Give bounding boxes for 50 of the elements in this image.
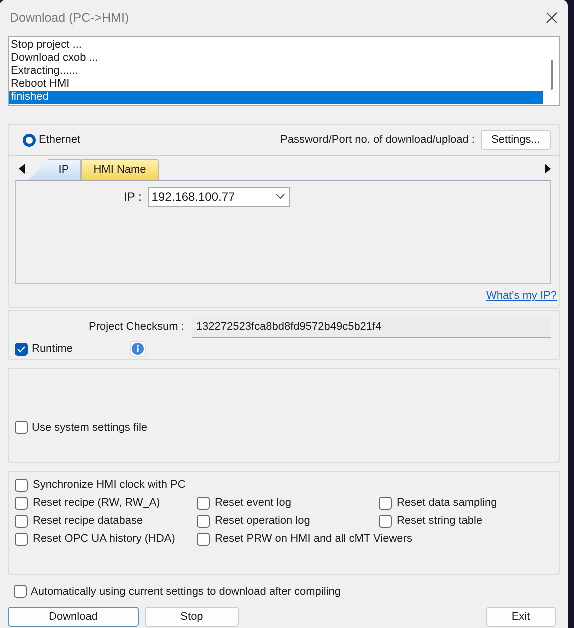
chevron-icon bbox=[276, 194, 285, 200]
log-line[interactable]: Extracting...... bbox=[9, 65, 543, 78]
checkbox-label: Reset recipe (RW, RW_A) bbox=[33, 497, 160, 509]
checkbox-label: Reset OPC UA history (HDA) bbox=[33, 533, 176, 545]
checkbox[interactable] bbox=[15, 421, 28, 434]
checkbox[interactable] bbox=[15, 514, 28, 528]
checkbox-label: Reset operation log bbox=[215, 515, 310, 527]
checkbox[interactable] bbox=[379, 514, 392, 528]
left-arrow-icon[interactable] bbox=[19, 164, 25, 174]
settings-button[interactable]: Settings... bbox=[481, 130, 551, 150]
checkbox-label: Use system settings file bbox=[32, 422, 148, 434]
right-arrow-icon[interactable] bbox=[545, 164, 551, 174]
checkbox[interactable] bbox=[197, 496, 210, 510]
log-line[interactable]: Stop project ... bbox=[9, 39, 543, 52]
log-line[interactable]: Reboot HMI bbox=[9, 78, 543, 91]
checkbox[interactable] bbox=[197, 532, 210, 546]
checkbox[interactable] bbox=[14, 585, 27, 598]
checkbox-label: Automatically using current settings to download after compiling bbox=[31, 586, 341, 598]
info-icon[interactable] bbox=[130, 341, 146, 357]
checksum-label: Project Checksum : bbox=[89, 321, 184, 333]
scrollbar-thumb[interactable] bbox=[551, 60, 553, 90]
checkbox[interactable] bbox=[15, 478, 28, 492]
checkbox[interactable] bbox=[15, 342, 28, 356]
tab[interactable]: IP bbox=[29, 159, 81, 180]
tab[interactable]: HMI Name bbox=[81, 159, 159, 180]
checkbox-label: Synchronize HMI clock with PC bbox=[33, 479, 186, 491]
checkbox-label: Reset event log bbox=[215, 497, 292, 509]
checkbox-label: Reset data sampling bbox=[397, 497, 498, 509]
window-title: Download (PC->HMI) bbox=[10, 11, 130, 25]
dialog-button[interactable]: Exit bbox=[486, 607, 556, 627]
checkbox-label: Reset PRW on HMI and all cMT Viewers bbox=[215, 533, 412, 545]
close-icon[interactable] bbox=[546, 12, 558, 24]
checkbox[interactable] bbox=[15, 532, 28, 546]
radio-button[interactable] bbox=[23, 134, 36, 146]
radio-label: Ethernet bbox=[39, 134, 81, 146]
checkbox-label: Reset recipe database bbox=[33, 515, 144, 527]
ip-label: IP : bbox=[124, 190, 142, 204]
checkbox-label: Reset string table bbox=[397, 515, 483, 527]
log-line[interactable]: Download cxob ... bbox=[9, 52, 543, 65]
checkmark-icon bbox=[17, 346, 26, 352]
dialog-button[interactable]: Download bbox=[8, 607, 139, 627]
whats-my-ip-link[interactable]: What's my IP? bbox=[486, 290, 557, 302]
checkbox[interactable] bbox=[15, 496, 28, 510]
checkbox[interactable] bbox=[379, 496, 392, 510]
ip-dropdown[interactable]: 192.168.100.77 bbox=[148, 187, 290, 207]
checkbox-label: Runtime bbox=[32, 343, 73, 355]
dialog-button[interactable]: Stop bbox=[145, 607, 239, 627]
password-label: Password/Port no. of download/upload : bbox=[280, 134, 475, 146]
checkbox[interactable] bbox=[197, 514, 210, 528]
checksum-field: 132272523fca8bd8fd9572b49c5b21f4 bbox=[192, 316, 551, 338]
